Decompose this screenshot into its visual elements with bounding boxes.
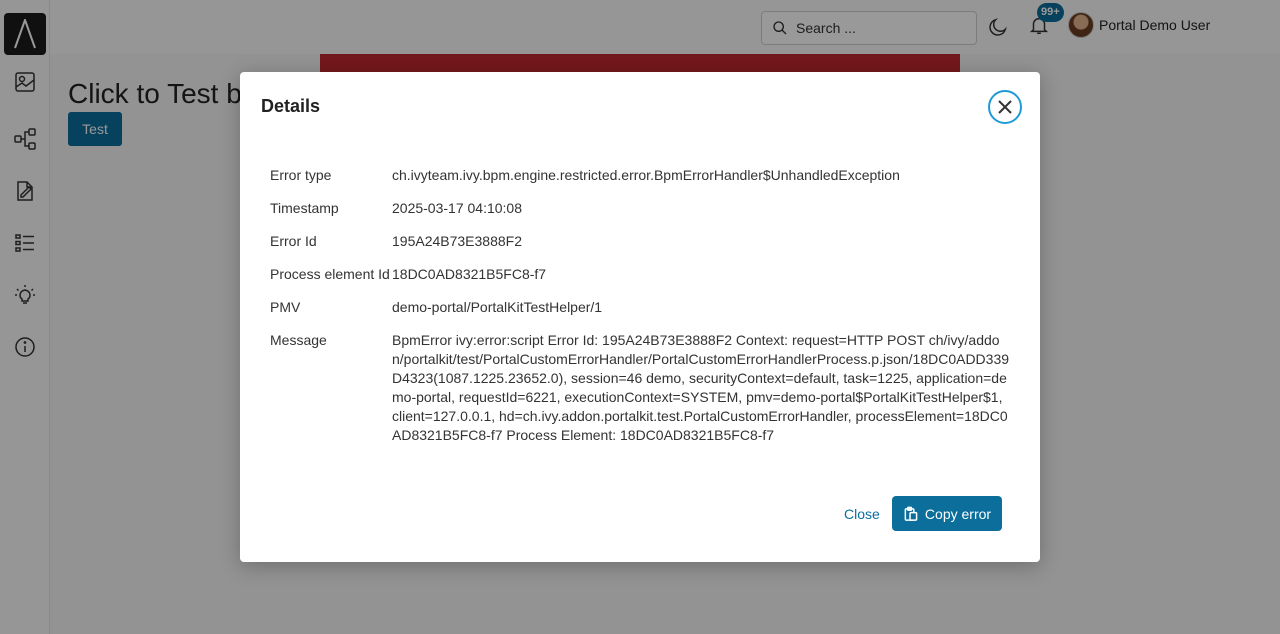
dialog-title: Details <box>261 96 321 116</box>
detail-row: Error Id 195A24B73E3888F2 <box>270 232 1010 251</box>
detail-row: Error type ch.ivyteam.ivy.bpm.engine.res… <box>270 166 1010 185</box>
detail-label: Timestamp <box>270 200 339 216</box>
detail-row: Process element Id 18DC0AD8321B5FC8-f7 <box>270 265 1010 284</box>
copy-error-button[interactable]: Copy error <box>892 496 1002 531</box>
dialog-close-button[interactable] <box>988 90 1022 124</box>
detail-label: Process element Id <box>270 266 390 282</box>
error-details-dialog: Details Error type ch.ivyteam.ivy.bpm.en… <box>240 72 1040 562</box>
clipboard-icon <box>904 506 918 521</box>
detail-value: 195A24B73E3888F2 <box>392 233 522 249</box>
detail-row: PMV demo-portal/PortalKitTestHelper/1 <box>270 298 1010 317</box>
detail-label: Error Id <box>270 233 317 249</box>
close-icon <box>998 100 1012 114</box>
detail-row: Message BpmError ivy:error:script Error … <box>270 331 1010 445</box>
detail-value-message: BpmError ivy:error:script Error Id: 195A… <box>392 332 1010 443</box>
detail-label: Message <box>270 332 327 348</box>
detail-value: demo-portal/PortalKitTestHelper/1 <box>392 299 603 315</box>
detail-value: ch.ivyteam.ivy.bpm.engine.restricted.err… <box>392 167 900 183</box>
detail-value: 2025-03-17 04:10:08 <box>392 200 522 216</box>
detail-label: PMV <box>270 299 301 315</box>
copy-error-label: Copy error <box>924 505 992 522</box>
detail-label: Error type <box>270 167 332 183</box>
close-link[interactable]: Close <box>844 506 880 522</box>
detail-row: Timestamp 2025-03-17 04:10:08 <box>270 199 1010 218</box>
error-details: Error type ch.ivyteam.ivy.bpm.engine.res… <box>270 166 1010 459</box>
detail-value: 18DC0AD8321B5FC8-f7 <box>392 266 547 282</box>
